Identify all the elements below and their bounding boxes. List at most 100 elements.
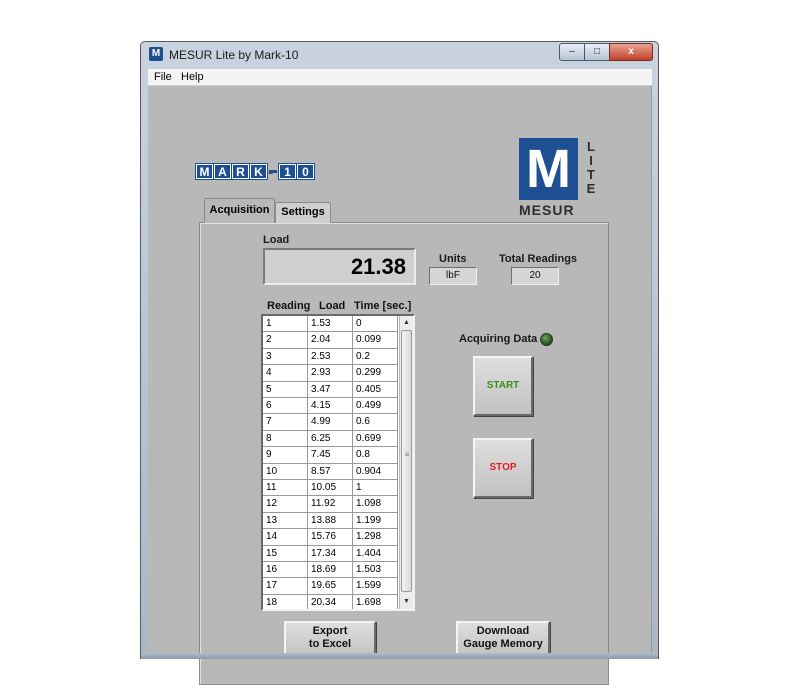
time-cell: 1.503 — [353, 562, 398, 579]
menu-help[interactable]: Help — [181, 71, 204, 83]
load-cell: 17.34 — [308, 545, 353, 562]
time-cell: 0.6 — [353, 414, 398, 431]
reading-cell: 2 — [263, 332, 308, 349]
time-cell: 0.2 — [353, 348, 398, 366]
stop-button[interactable]: STOP — [473, 438, 533, 498]
lite-logo-letter: T — [587, 167, 595, 182]
load-cell: 2.53 — [308, 348, 353, 366]
scroll-thumb[interactable]: ≡ — [401, 330, 412, 592]
reading-cell: 1 — [263, 316, 308, 333]
readings-table[interactable]: 1 1.53 0 2 2.04 0.099 3 2.53 0.2 4 2.93 0.299 5 3.47 0… — [261, 314, 415, 611]
client-area: MARK-10 M MESUR LITE Acquisition Setting… — [148, 86, 652, 685]
scroll-down-arrow-icon[interactable]: ▼ — [400, 595, 413, 608]
reading-cell: 15 — [263, 545, 308, 562]
load-cell: 2.04 — [308, 332, 353, 349]
table-row[interactable]: 15 17.34 1.404 — [263, 545, 398, 562]
time-cell: 0.099 — [353, 332, 398, 349]
table-row[interactable]: 2 2.04 0.099 — [263, 332, 398, 349]
maximize-button[interactable]: □ — [584, 43, 610, 61]
readings-table-header: Reading Load Time [sec.] — [261, 300, 421, 314]
reading-cell: 6 — [263, 398, 308, 415]
window-title: MESUR Lite by Mark-10 — [169, 48, 299, 62]
scroll-up-arrow-icon[interactable]: ▲ — [400, 316, 413, 329]
minimize-button[interactable]: – — [559, 43, 585, 61]
export-button-line-2: to Excel — [308, 638, 352, 650]
load-cell: 8.57 — [308, 463, 353, 480]
column-header-reading: Reading — [267, 300, 311, 312]
table-row[interactable]: 12 11.92 1.098 — [263, 496, 398, 513]
tab-acquisition[interactable]: Acquisition — [204, 198, 275, 223]
download-gauge-memory-button[interactable]: Download Gauge Memory — [456, 621, 550, 655]
lite-logo-letter: E — [586, 181, 596, 196]
reading-cell: 13 — [263, 512, 308, 530]
download-button-line-2: Gauge Memory — [463, 638, 543, 650]
load-label: Load — [263, 234, 290, 246]
export-to-excel-button[interactable]: Export to Excel — [284, 621, 376, 655]
time-cell: 0.904 — [353, 463, 398, 480]
acquiring-data-label: Acquiring Data — [459, 333, 538, 345]
table-row[interactable]: 14 15.76 1.298 — [263, 529, 398, 546]
table-row[interactable]: 18 20.34 1.698 — [263, 594, 398, 609]
table-row[interactable]: 6 4.15 0.499 — [263, 398, 398, 415]
reading-cell: 18 — [263, 594, 308, 609]
acquiring-led-icon — [540, 333, 553, 346]
time-cell: 1.298 — [353, 529, 398, 546]
start-button[interactable]: START — [473, 356, 533, 416]
reading-cell: 8 — [263, 430, 308, 448]
load-cell: 4.99 — [308, 414, 353, 431]
reading-cell: 14 — [263, 529, 308, 546]
tab-settings[interactable]: Settings — [275, 202, 331, 223]
total-readings-field: 20 — [511, 267, 559, 285]
table-row[interactable]: 10 8.57 0.904 — [263, 463, 398, 480]
time-cell: 1.199 — [353, 512, 398, 530]
table-row[interactable]: 16 18.69 1.503 — [263, 562, 398, 579]
table-row[interactable]: 4 2.93 0.299 — [263, 365, 398, 382]
time-cell: 0.405 — [353, 381, 398, 398]
app-m-icon: M — [149, 47, 163, 61]
close-button[interactable]: x — [609, 43, 653, 61]
export-button-line-1: Export — [312, 625, 348, 637]
load-cell: 2.93 — [308, 365, 353, 382]
reading-cell: 16 — [263, 562, 308, 579]
time-cell: 1 — [353, 480, 398, 497]
app-window: M MESUR Lite by Mark-10 – □ x File Help … — [140, 41, 659, 685]
reading-cell: 5 — [263, 381, 308, 398]
table-row[interactable]: 3 2.53 0.2 — [263, 348, 398, 366]
load-cell: 1.53 — [308, 316, 353, 333]
window-bottom-frame — [141, 653, 658, 659]
reading-cell: 4 — [263, 365, 308, 382]
time-cell: 1.599 — [353, 578, 398, 595]
mark-10-logo-letter: M — [195, 163, 214, 180]
table-row[interactable]: 17 19.65 1.599 — [263, 578, 398, 595]
reading-cell: 9 — [263, 447, 308, 464]
total-readings-label: Total Readings — [499, 253, 578, 265]
reading-cell: 12 — [263, 496, 308, 513]
lite-logo-letter: L — [587, 139, 595, 154]
scroll-grip-icon: ≡ — [404, 450, 410, 459]
menu-file[interactable]: File — [154, 71, 172, 83]
table-row[interactable]: 1 1.53 0 — [263, 316, 398, 333]
load-cell: 18.69 — [308, 562, 353, 579]
mark-10-logo-letter: K — [249, 163, 268, 180]
mark-10-logo-letter: 0 — [296, 163, 315, 180]
column-header-time: Time [sec.] — [354, 300, 412, 312]
load-cell: 19.65 — [308, 578, 353, 595]
mark-10-logo-letter: A — [213, 163, 232, 180]
time-cell: 0.699 — [353, 430, 398, 448]
mark-10-logo-letter: 1 — [278, 163, 297, 180]
mark-10-logo-letter: R — [231, 163, 250, 180]
table-row[interactable]: 11 10.05 1 — [263, 480, 398, 497]
title-bar[interactable]: M MESUR Lite by Mark-10 – □ x — [141, 42, 658, 68]
time-cell: 1.098 — [353, 496, 398, 513]
load-cell: 6.25 — [308, 430, 353, 448]
load-cell: 10.05 — [308, 480, 353, 497]
lite-logo-word: LITE — [585, 140, 597, 196]
table-row[interactable]: 5 3.47 0.405 — [263, 381, 398, 398]
reading-cell: 17 — [263, 578, 308, 595]
table-row[interactable]: 9 7.45 0.8 — [263, 447, 398, 464]
table-row[interactable]: 13 13.88 1.199 — [263, 512, 398, 530]
table-scrollbar[interactable]: ▲ ≡ ▼ — [399, 316, 413, 609]
load-cell: 3.47 — [308, 381, 353, 398]
table-row[interactable]: 7 4.99 0.6 — [263, 414, 398, 431]
table-row[interactable]: 8 6.25 0.699 — [263, 430, 398, 448]
